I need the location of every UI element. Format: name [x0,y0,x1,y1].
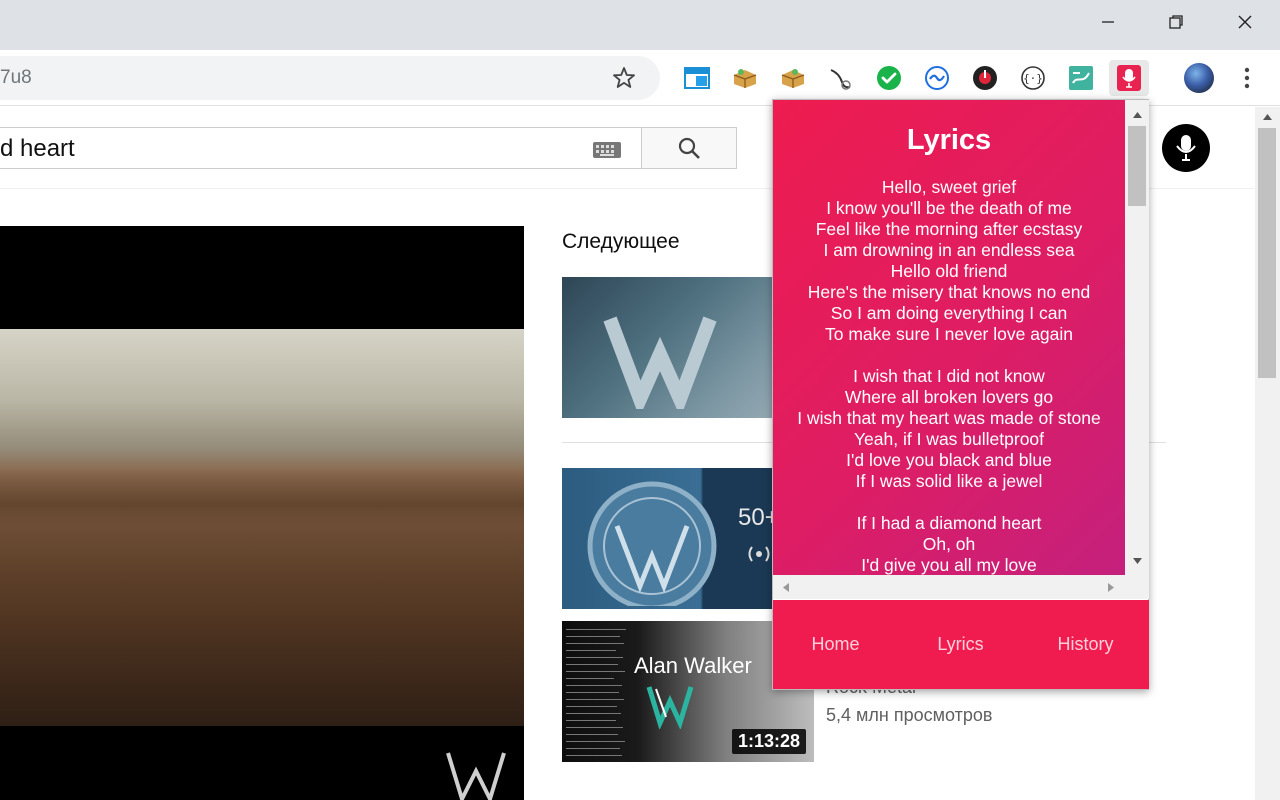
alan-walker-logo-icon [646,686,694,729]
record-extension-icon[interactable] [971,64,999,92]
browser-titlebar [0,0,1280,50]
voice-search-button[interactable] [1162,124,1210,172]
search-query-text: d heart [0,135,75,162]
url-text: 7u8 [0,67,32,88]
search-input[interactable]: d heart [0,127,642,169]
lyrics-body: Hello, sweet grief I know you'll be the … [773,177,1125,575]
lyrics-stanza: If I had a diamond heart Oh, oh I'd give… [773,513,1125,575]
microphone-icon [1176,135,1196,161]
nav-home[interactable]: Home [773,634,898,655]
restore-button[interactable] [1153,0,1199,44]
browser-toolbar: 7u8 {·} [0,50,1280,106]
lyric-line: If I had a diamond heart [856,513,1042,533]
lyric-line: Hello, sweet grief [881,177,1017,197]
broadcast-icon [748,546,770,562]
lyric-line: To make sure I never love again [824,324,1074,344]
video-views: 5,4 млн просмотров [826,705,993,725]
popup-nav-bar: Home Lyrics History [773,600,1149,689]
scroll-up-icon[interactable] [1262,113,1273,121]
scroll-down-icon[interactable] [1132,557,1143,565]
close-icon [1238,15,1252,29]
lyric-line: I wish that I did not know [853,366,1045,386]
thumb-artist-text: Alan Walker [634,653,752,678]
lyrics-stanza: I wish that I did not know Where all bro… [773,366,1125,492]
lyrics-pane[interactable]: Lyrics Hello, sweet grief I know you'll … [773,100,1125,575]
check-extension-icon[interactable] [875,64,903,92]
lyrics-horizontal-scrollbar[interactable] [773,575,1149,599]
lyrics-scrollbar-thumb[interactable] [1128,126,1146,206]
tracklist-graphic [566,623,630,760]
scroll-up-icon[interactable] [1132,111,1143,119]
search-button[interactable] [641,127,737,169]
lyrics-title: Lyrics [906,124,992,156]
nav-history[interactable]: History [1023,634,1148,655]
search-icon [678,137,700,159]
code-extension-icon[interactable]: {·} [1019,64,1047,92]
scroll-right-icon[interactable] [1107,582,1115,593]
lyrics-stanza: Hello, sweet grief I know you'll be the … [773,177,1125,345]
minimize-icon [1102,21,1114,23]
wave-extension-icon[interactable] [923,64,951,92]
video-duration: 1:13:28 [731,729,806,754]
lyric-line: Where all broken lovers go [844,387,1054,407]
nav-lyrics[interactable]: Lyrics [898,634,1023,655]
lyrics-vertical-scrollbar[interactable] [1125,100,1149,575]
keyboard-icon[interactable] [592,141,622,159]
alan-walker-logo-icon [446,752,506,800]
close-button[interactable] [1222,0,1268,44]
video-player[interactable] [0,226,524,800]
page-scrollbar-thumb[interactable] [1258,128,1276,378]
address-bar[interactable]: 7u8 [0,56,660,100]
video-frame [0,329,524,726]
lyric-line: I am drowning in an endless sea [823,240,1075,260]
lyric-line: I'd love you black and blue [846,450,1052,470]
alan-walker-emblem-icon [603,316,717,409]
window-extension-icon[interactable] [683,64,711,92]
svg-text:{·}: {·} [1023,72,1043,85]
parcel-extension-icon[interactable] [731,64,759,92]
feather-extension-icon[interactable] [827,64,855,92]
lyric-line: Oh, oh [922,534,976,554]
lyric-line: Feel like the morning after ecstasy [815,219,1083,239]
lyric-line: Yeah, if I was bulletproof [853,429,1045,449]
scroll-left-icon[interactable] [782,582,790,593]
photo-extension-icon[interactable] [1067,64,1095,92]
up-next-heading: Следующее [562,230,680,253]
profile-avatar[interactable] [1184,63,1214,93]
lyric-line: So I am doing everything I can [830,303,1068,323]
lyrics-mic-extension-icon[interactable] [1109,60,1149,96]
lyric-line: I'd give you all my love [861,555,1037,575]
more-vert-icon [1244,67,1250,89]
lyric-line: Hello old friend [890,261,1008,281]
menu-button[interactable] [1233,64,1261,92]
coin-emblem-icon [587,481,717,606]
lyric-line: I wish that my heart was made of stone [797,408,1101,428]
lyric-line: If I was solid like a jewel [855,471,1043,491]
lyrics-popup: Lyrics Hello, sweet grief I know you'll … [772,99,1149,690]
lyric-line: Here's the misery that knows no end [807,282,1091,302]
parcel-extension-icon-2[interactable] [779,64,807,92]
lyric-line: I know you'll be the death of me [826,198,1072,218]
restore-icon [1169,15,1183,29]
minimize-button[interactable] [1085,0,1131,44]
bookmark-star-icon[interactable] [612,66,636,90]
